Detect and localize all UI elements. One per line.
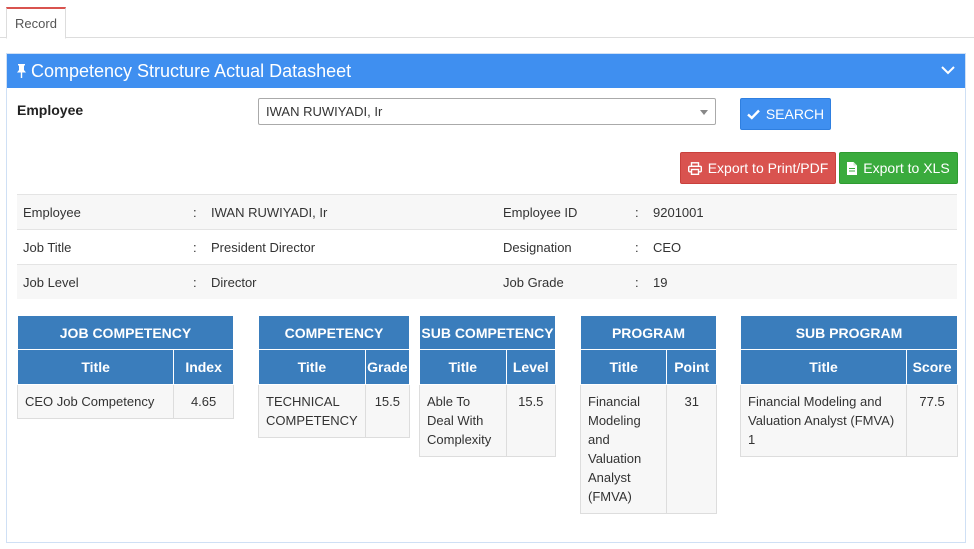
designation-label: Designation	[503, 239, 572, 255]
employee-select[interactable]: IWAN RUWIYADI, Ir	[258, 98, 716, 125]
column-header: Point	[666, 349, 717, 385]
column-header: Grade	[364, 349, 411, 385]
program-table: PROGRAM Title Point Financial Modeling a…	[579, 315, 717, 514]
employee-label: Employee	[17, 102, 84, 118]
cell-title: CEO Job Competency	[16, 384, 175, 419]
dropdown-caret-icon	[700, 110, 708, 115]
employee-info: Employee : IWAN RUWIYADI, Ir Employee ID…	[17, 194, 957, 299]
cell-value: 15.5	[505, 384, 557, 457]
tab-record[interactable]: Record	[6, 7, 66, 39]
table-header: SUB COMPETENCY	[419, 315, 556, 350]
separator: :	[193, 274, 197, 290]
cell-title: Financial Modeling and Valuation Analyst…	[739, 384, 908, 457]
separator: :	[193, 204, 197, 220]
table-row: Financial Modeling and Valuation Analyst…	[739, 384, 958, 457]
column-header: Index	[173, 349, 234, 385]
export-xls-label: Export to XLS	[863, 160, 950, 176]
separator: :	[635, 274, 639, 290]
column-header: Title	[739, 349, 908, 385]
employee-name-value: IWAN RUWIYADI, Ir	[211, 204, 328, 220]
designation-value: CEO	[653, 239, 682, 255]
employee-id-value: 9201001	[653, 204, 704, 220]
file-icon	[847, 161, 858, 175]
export-pdf-button[interactable]: Export to Print/PDF	[680, 152, 836, 184]
search-button[interactable]: SEARCH	[740, 98, 831, 130]
job-title-label: Job Title	[23, 239, 72, 255]
table-header: COMPETENCY	[258, 315, 410, 350]
column-header: Title	[258, 349, 366, 385]
column-header: Level	[505, 349, 557, 385]
separator: :	[635, 239, 639, 255]
info-row: Job Title : President Director Designati…	[17, 229, 957, 264]
info-row: Employee : IWAN RUWIYADI, Ir Employee ID…	[17, 194, 957, 229]
panel-title: Competency Structure Actual Datasheet	[31, 60, 352, 81]
employee-select-value: IWAN RUWIYADI, Ir	[266, 104, 383, 119]
job-competency-table: JOB COMPETENCY Title Index CEO Job Compe…	[16, 315, 234, 419]
column-header: Title	[419, 349, 507, 385]
job-level-label: Job Level	[23, 274, 79, 290]
column-header: Title	[579, 349, 668, 385]
job-grade-value: 19	[653, 274, 668, 290]
table-row: CEO Job Competency 4.65	[16, 384, 234, 419]
employee-name-label: Employee	[23, 204, 81, 220]
competency-table: COMPETENCY Title Grade TECHNICAL COMPETE…	[258, 315, 411, 438]
sub-program-table: SUB PROGRAM Title Score Financial Modeli…	[739, 315, 958, 457]
cell-title: TECHNICAL COMPETENCY	[258, 384, 366, 438]
export-xls-button[interactable]: Export to XLS	[839, 152, 958, 184]
cell-value: 15.5	[364, 384, 411, 438]
job-level-value: Director	[211, 274, 257, 290]
separator: :	[193, 239, 197, 255]
table-header: PROGRAM	[580, 315, 717, 350]
cell-title: Financial Modeling and Valuation Analyst…	[579, 384, 668, 514]
check-icon	[746, 109, 760, 120]
cell-title: Able To Deal With Complexity	[419, 384, 507, 457]
panel-header[interactable]: Competency Structure Actual Datasheet	[7, 54, 965, 88]
sub-competency-table: SUB COMPETENCY Title Level Able To Deal …	[419, 315, 557, 457]
cell-value: 77.5	[906, 384, 958, 457]
table-row: TECHNICAL COMPETENCY 15.5	[258, 384, 411, 438]
tab-bar: Record	[0, 0, 974, 39]
table-row: Financial Modeling and Valuation Analyst…	[579, 384, 717, 514]
cell-value: 4.65	[173, 384, 234, 419]
table-header: JOB COMPETENCY	[17, 315, 234, 350]
column-header: Title	[16, 349, 175, 385]
separator: :	[635, 204, 639, 220]
job-grade-label: Job Grade	[503, 274, 564, 290]
table-row: Able To Deal With Complexity 15.5	[419, 384, 557, 457]
print-icon	[687, 161, 702, 175]
job-title-value: President Director	[211, 239, 316, 255]
cell-value: 31	[666, 384, 717, 514]
info-row: Job Level : Director Job Grade : 19	[17, 264, 957, 299]
datasheet-panel: Competency Structure Actual Datasheet Em…	[6, 53, 966, 543]
search-button-label: SEARCH	[765, 106, 825, 122]
column-header: Score	[906, 349, 958, 385]
export-pdf-label: Export to Print/PDF	[707, 160, 829, 176]
employee-id-label: Employee ID	[503, 204, 578, 220]
chevron-down-icon[interactable]	[941, 65, 955, 75]
table-header: SUB PROGRAM	[740, 315, 958, 350]
pin-icon	[17, 64, 26, 78]
